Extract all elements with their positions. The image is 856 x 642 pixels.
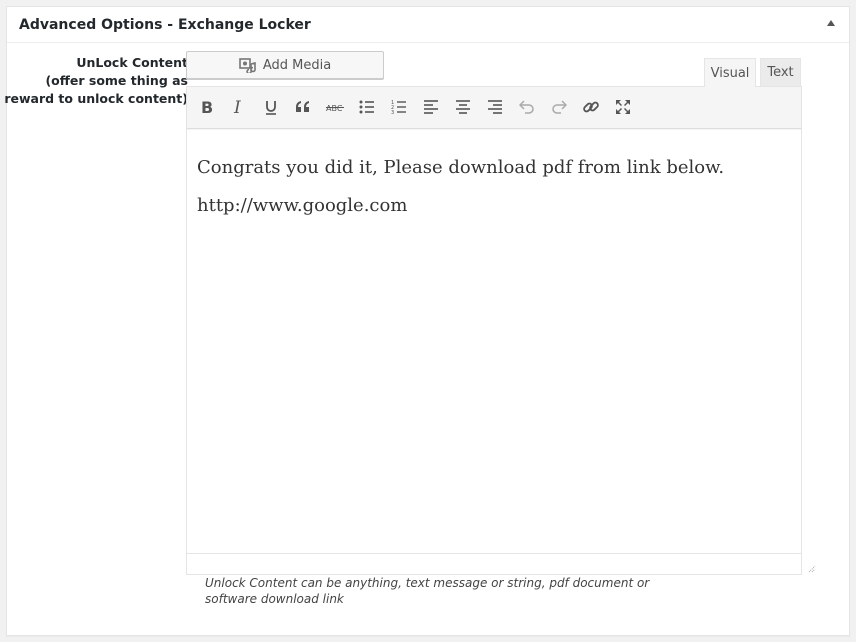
media-icon <box>239 58 256 73</box>
blockquote-button[interactable] <box>291 95 315 119</box>
resize-handle-icon[interactable] <box>808 560 816 573</box>
underline-button[interactable] <box>259 95 283 119</box>
metabox-title: Advanced Options - Exchange Locker <box>19 17 311 33</box>
numbered-list-button[interactable]: 123 <box>387 95 411 119</box>
arrow-up-icon[interactable] <box>827 20 835 26</box>
bold-icon: B <box>201 99 213 115</box>
add-media-button[interactable]: Add Media <box>186 51 384 79</box>
svg-text:ABC: ABC <box>326 104 343 113</box>
editor-content[interactable]: Congrats you did it, Please download pdf… <box>197 157 791 233</box>
field-label-line3: reward to unlock content) <box>4 91 188 106</box>
svg-text:3: 3 <box>391 110 394 115</box>
numbered-list-icon: 123 <box>391 100 406 115</box>
metabox-header[interactable]: Advanced Options - Exchange Locker <box>7 7 849 43</box>
content-paragraph[interactable]: http://www.google.com <box>197 195 791 217</box>
svg-text:I: I <box>233 99 241 115</box>
redo-button[interactable] <box>547 95 571 119</box>
add-media-label: Add Media <box>262 57 332 73</box>
insert-link-button[interactable] <box>579 95 603 119</box>
fullscreen-icon <box>616 100 630 114</box>
align-left-button[interactable] <box>419 95 443 119</box>
editor-toolbar: B I ABC 123 <box>187 87 801 129</box>
bulleted-list-button[interactable] <box>355 95 379 119</box>
field-label-line1: UnLock Content <box>76 55 188 70</box>
align-center-icon <box>456 100 470 114</box>
align-center-button[interactable] <box>451 95 475 119</box>
editor-statusbar <box>187 553 801 574</box>
align-left-icon <box>424 100 438 114</box>
field-label: UnLock Content (offer some thing as rewa… <box>0 54 188 108</box>
align-right-icon <box>488 100 502 114</box>
content-paragraph[interactable]: Congrats you did it, Please download pdf… <box>197 157 791 179</box>
field-label-line2: (offer some thing as <box>45 73 188 88</box>
undo-icon <box>519 100 534 114</box>
underline-icon <box>266 101 276 115</box>
bulleted-list-icon <box>359 100 374 114</box>
rich-text-editor[interactable]: B I ABC 123 Congrats you did it, Please … <box>186 86 802 575</box>
italic-button[interactable]: I <box>227 95 251 119</box>
strikethrough-button[interactable]: ABC <box>323 95 347 119</box>
align-right-button[interactable] <box>483 95 507 119</box>
blockquote-icon <box>296 101 309 112</box>
field-description: Unlock Content can be anything, text mes… <box>205 576 650 606</box>
insert-link-icon <box>583 101 599 113</box>
tab-text[interactable]: Text <box>760 58 801 86</box>
italic-icon: I <box>233 99 241 115</box>
bold-button[interactable]: B <box>195 95 219 119</box>
undo-button[interactable] <box>515 95 539 119</box>
tab-visual[interactable]: Visual <box>704 58 756 87</box>
svg-text:B: B <box>201 99 213 115</box>
redo-icon <box>552 100 567 114</box>
fullscreen-button[interactable] <box>611 95 635 119</box>
strikethrough-icon: ABC <box>326 104 344 113</box>
